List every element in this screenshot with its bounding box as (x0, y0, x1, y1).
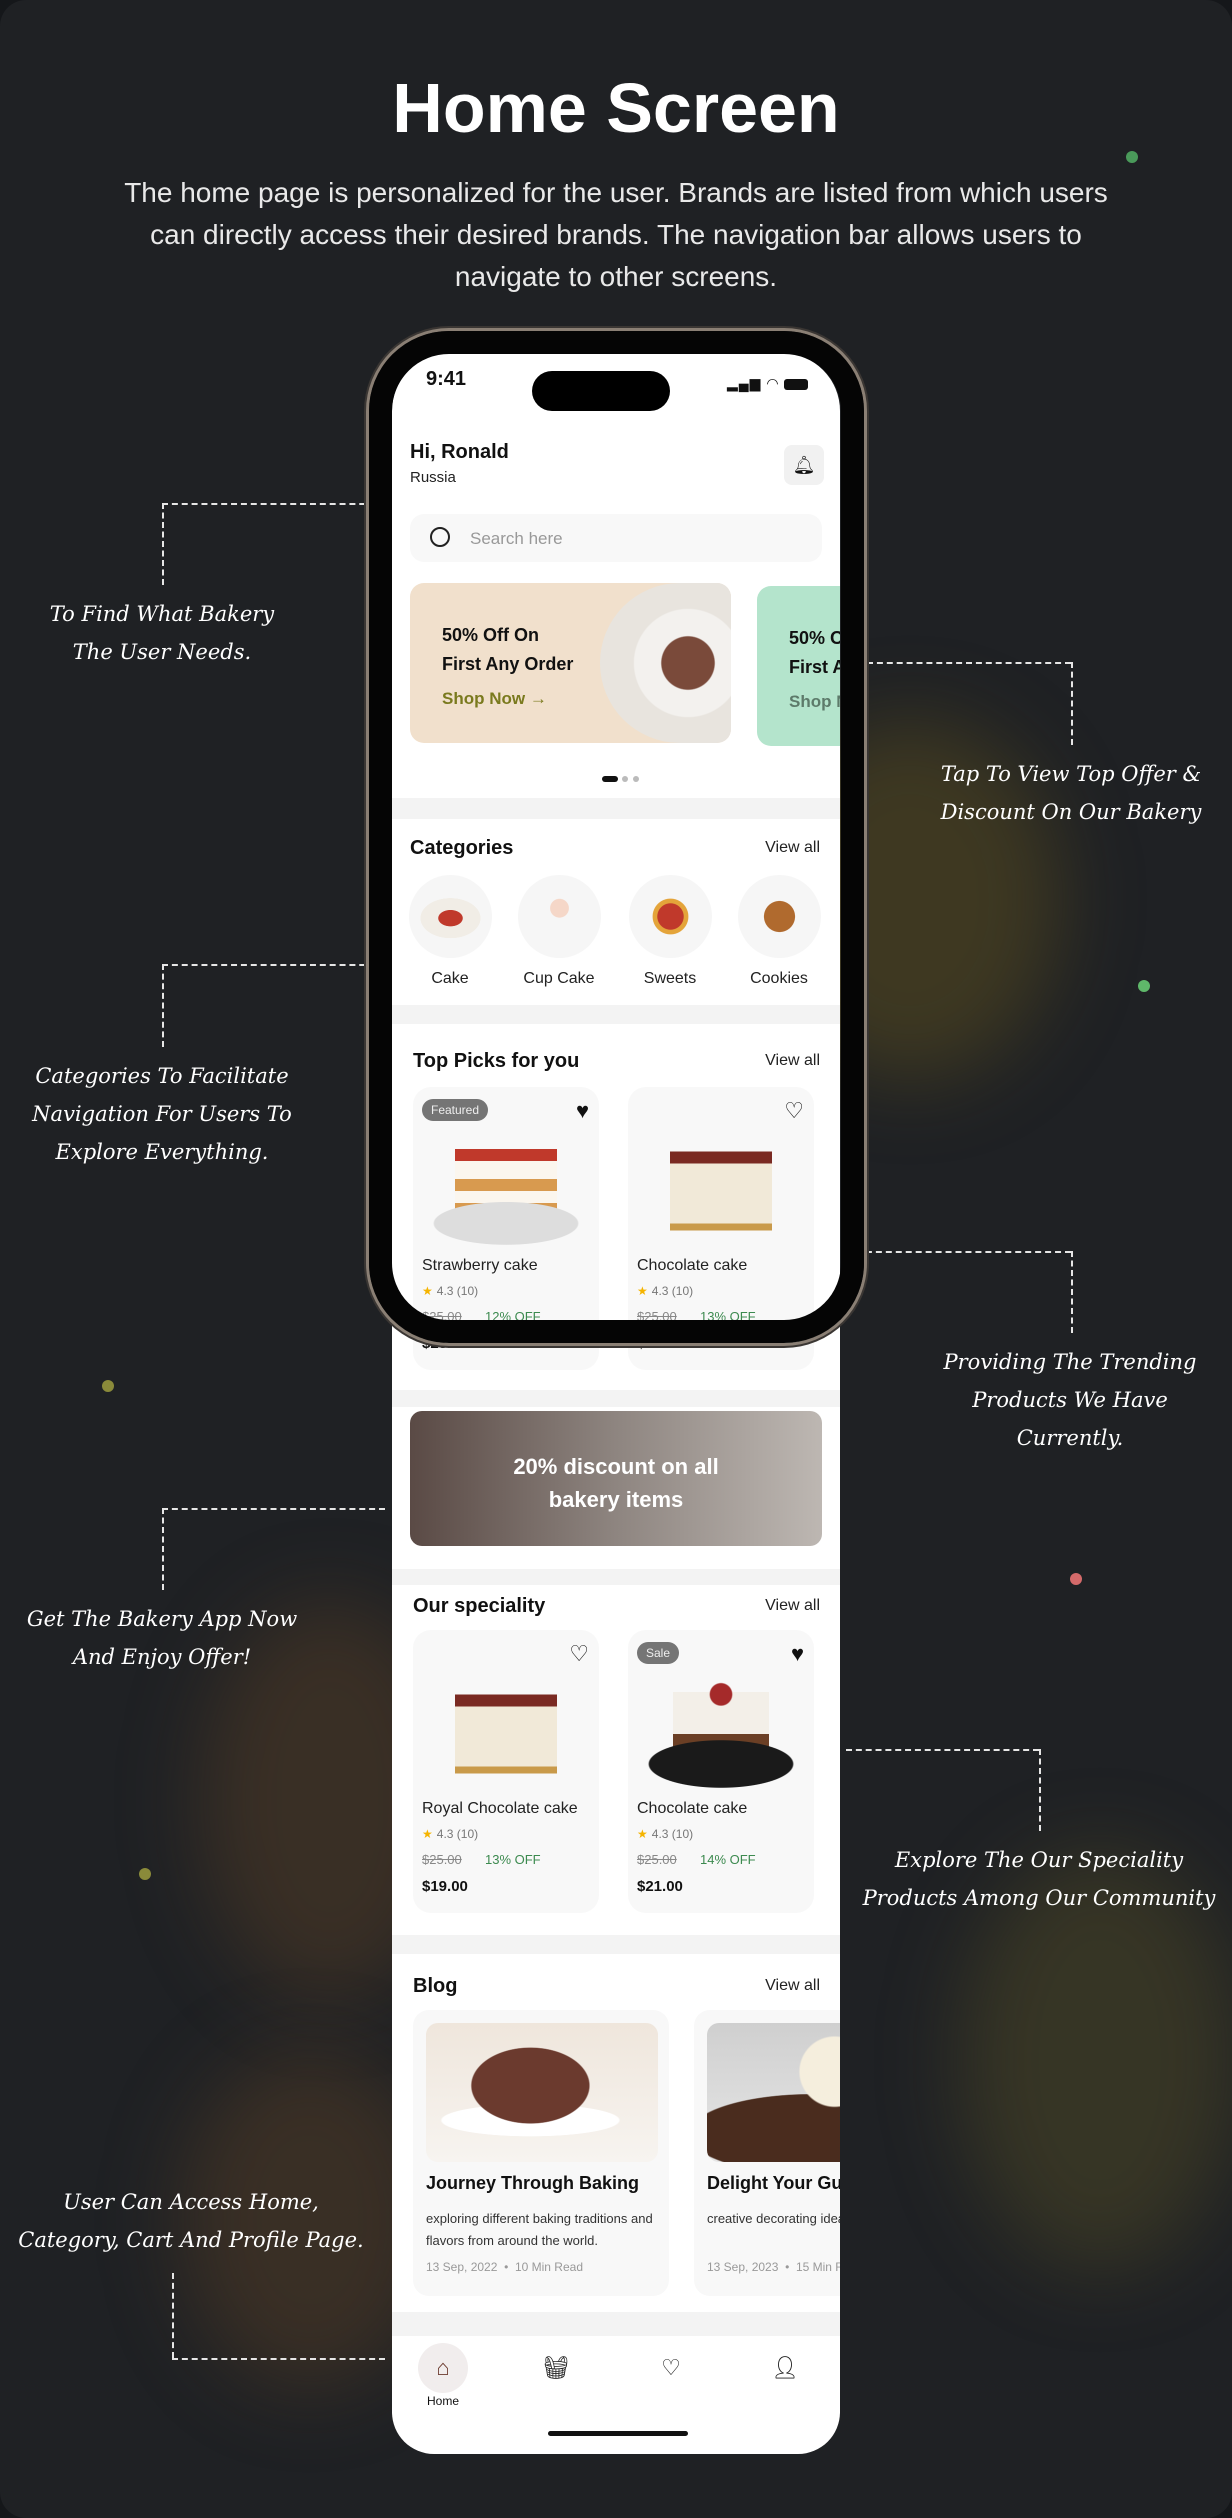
price: $21.00 (637, 1878, 683, 1895)
divider (392, 2312, 840, 2336)
heart-filled-icon[interactable]: ♥ (791, 1643, 804, 1665)
blog-card[interactable]: Delight Your Gu creative decorating idea… (694, 2010, 840, 2296)
nav-cart[interactable]: 🧺︎ (531, 2343, 581, 2393)
blog-read-time: 15 Min R (795, 2260, 840, 2274)
section-title: Blog (413, 1975, 458, 1997)
decor-dot (102, 1380, 114, 1392)
blog-image (426, 2023, 658, 2162)
star-icon: ★ (422, 1827, 433, 1841)
promo-line: 20% discount on all (513, 1454, 719, 1479)
discount: 13% OFF (485, 1852, 541, 1867)
phone-frame (369, 331, 864, 1343)
page-title: Home Screen (392, 69, 840, 147)
old-price: $25.00 (422, 1852, 462, 1867)
blog-date: 13 Sep, 2022 (426, 2260, 498, 2274)
connector-line (867, 662, 1071, 664)
profile-icon: 👤︎ (771, 2355, 799, 2380)
sale-badge: Sale (637, 1642, 680, 1664)
product-name: Royal Chocolate cake (422, 1800, 578, 1817)
blog-title: Delight Your Gu (707, 2173, 840, 2193)
connector-line (1039, 1749, 1041, 1831)
decor-dot (1070, 1573, 1082, 1585)
presentation-canvas: Home Screen The home page is personalize… (0, 0, 1232, 2518)
home-indicator (548, 2431, 688, 2436)
decor-dot (1126, 151, 1138, 163)
connector-line (162, 503, 164, 585)
product-rating: ★ 4.3 (10) (422, 1827, 478, 1841)
star-icon: ★ (637, 1827, 648, 1841)
view-all-link[interactable]: View all (765, 1977, 820, 1995)
divider (392, 1569, 840, 1585)
product-card[interactable]: ♡ Royal Chocolate cake ★ 4.3 (10) $25.00 … (413, 1630, 599, 1913)
blog-description: creative decorating idea extra festive t… (707, 2211, 840, 2226)
connector-line (172, 2358, 385, 2360)
desc-line: can directly access their desired brands… (150, 219, 1082, 250)
basket-icon: 🧺︎ (542, 2355, 570, 2380)
connector-line (162, 1508, 164, 1590)
connector-line (172, 2273, 174, 2358)
royal-chocolate-cake-image (433, 1668, 579, 1788)
connector-line (846, 1749, 1039, 1751)
blog-description: exploring different baking traditions an… (426, 2211, 653, 2248)
product-name: Chocolate cake (637, 1800, 748, 1817)
view-all-link[interactable]: View all (765, 1597, 820, 1615)
home-icon: ⌂ (436, 2355, 450, 2380)
blog-card[interactable]: Journey Through Baking exploring differe… (413, 2010, 669, 2296)
product-card[interactable]: Sale ♥ Chocolate cake ★ 4.3 (10) $25.00 1… (628, 1630, 814, 1913)
nav-favorites[interactable]: ♡ (646, 2343, 696, 2393)
blog-meta: 13 Sep, 2022 • 10 Min Read (426, 2260, 583, 2274)
product-rating: ★ 4.3 (10) (637, 1827, 693, 1841)
blog-date: 13 Sep, 2023 (707, 2260, 779, 2274)
nav-profile[interactable]: 👤︎ (760, 2343, 810, 2393)
blog-image (707, 2023, 840, 2162)
decor-dot (139, 1868, 151, 1880)
old-price: $25.00 (637, 1852, 677, 1867)
connector-line (162, 503, 385, 505)
heart-icon: ♡ (661, 2355, 681, 2380)
connector-line (1071, 1251, 1073, 1333)
divider (392, 1390, 840, 1407)
page-description: The home page is personalized for the us… (96, 172, 1136, 298)
connector-line (162, 964, 385, 966)
blog-meta: 13 Sep, 2023 • 15 Min R (707, 2260, 840, 2274)
rating-value: 4.3 (10) (651, 1827, 694, 1841)
discount: 14% OFF (700, 1852, 756, 1867)
decor-dot (1138, 980, 1150, 992)
nav-home-label: Home (426, 2394, 459, 2408)
section-title: Our speciality (413, 1595, 546, 1617)
promo-line: bakery items (548, 1487, 684, 1512)
connector-line (162, 964, 164, 1047)
blog-title: Journey Through Baking (426, 2173, 640, 2193)
desc-line: The home page is personalized for the us… (124, 177, 1108, 208)
price: $19.00 (422, 1878, 468, 1895)
discount-promo-banner[interactable]: 20% discount on all bakery items (410, 1411, 822, 1546)
connector-line (846, 1251, 1071, 1253)
chocolate-cake-image (648, 1668, 794, 1788)
connector-line (162, 1508, 385, 1510)
nav-home[interactable]: ⌂ (418, 2343, 468, 2393)
divider (392, 1935, 840, 1954)
rating-value: 4.3 (10) (436, 1827, 479, 1841)
blog-read-time: 10 Min Read (514, 2260, 583, 2274)
desc-line: navigate to other screens. (454, 261, 778, 292)
heart-outline-icon[interactable]: ♡ (569, 1643, 589, 1665)
connector-line (1071, 662, 1073, 745)
